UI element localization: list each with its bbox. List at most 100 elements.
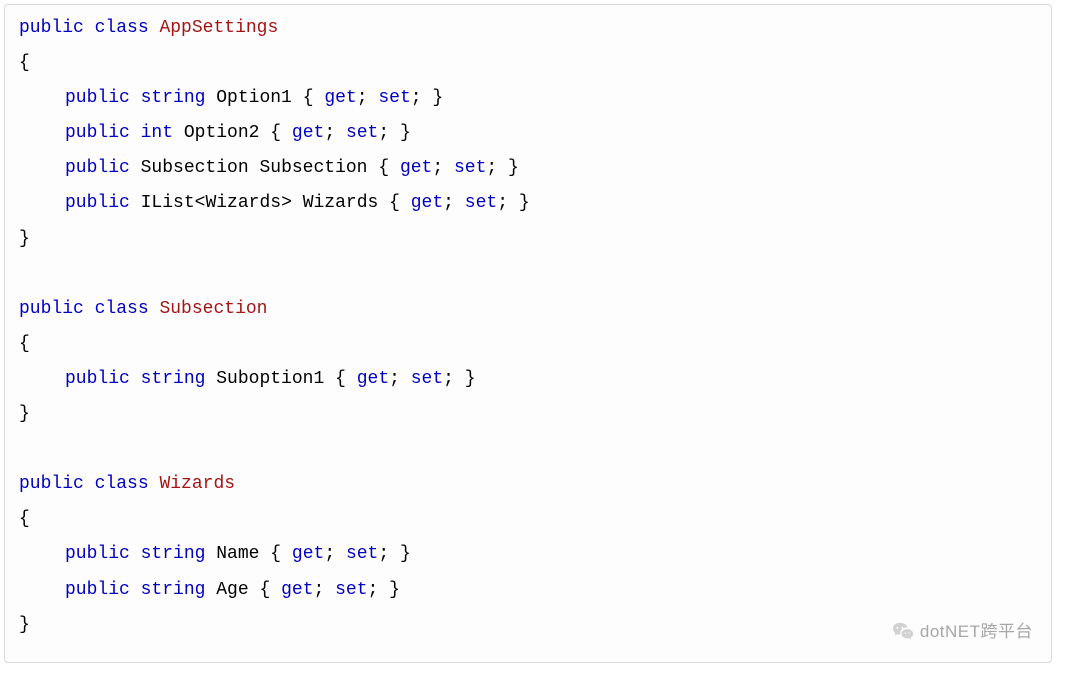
semicolon: ; — [368, 580, 379, 600]
keyword-string: string — [141, 580, 206, 600]
keyword-get: get — [292, 123, 324, 143]
keyword-set: set — [411, 369, 443, 389]
keyword-public: public — [65, 544, 130, 564]
keyword-get: get — [357, 369, 389, 389]
brace-close: } — [19, 404, 30, 424]
type-name: IList< — [141, 193, 206, 213]
keyword-string: string — [141, 88, 206, 108]
semicolon: ; — [324, 123, 335, 143]
brace-open: { — [389, 193, 400, 213]
code-line: public IList<Wizards> Wizards { get; set… — [19, 186, 1037, 221]
brace-open: { — [19, 53, 30, 73]
code-line: public string Name { get; set; } — [19, 537, 1037, 572]
keyword-public: public — [19, 474, 84, 494]
semicolon: ; — [443, 193, 454, 213]
property-name: Age — [216, 580, 248, 600]
semicolon: ; — [378, 544, 389, 564]
code-line: public string Age { get; set; } — [19, 573, 1037, 608]
code-block: public class AppSettings { public string… — [4, 4, 1052, 663]
brace-close: } — [19, 615, 30, 635]
code-line: public class Subsection — [19, 292, 1037, 327]
semicolon: ; — [389, 369, 400, 389]
brace-close: } — [400, 123, 411, 143]
keyword-set: set — [346, 544, 378, 564]
code-line: } — [19, 608, 1037, 643]
brace-open: { — [270, 544, 281, 564]
keyword-set: set — [346, 123, 378, 143]
keyword-public: public — [65, 123, 130, 143]
watermark: dotNET跨平台 — [892, 615, 1033, 648]
keyword-set: set — [378, 88, 410, 108]
blank-line — [19, 257, 1037, 292]
brace-close: } — [389, 580, 400, 600]
keyword-get: get — [281, 580, 313, 600]
class-name: Wizards — [159, 474, 235, 494]
brace-open: { — [378, 158, 389, 178]
keyword-set: set — [335, 580, 367, 600]
property-name: Name — [216, 544, 259, 564]
code-line: public class AppSettings — [19, 11, 1037, 46]
brace-open: { — [335, 369, 346, 389]
watermark-text: dotNET跨平台 — [920, 615, 1033, 648]
code-line: } — [19, 222, 1037, 257]
brace-close: } — [432, 88, 443, 108]
keyword-public: public — [65, 193, 130, 213]
semicolon: ; — [378, 123, 389, 143]
semicolon: ; — [432, 158, 443, 178]
keyword-string: string — [141, 369, 206, 389]
blank-line — [19, 432, 1037, 467]
keyword-public: public — [65, 369, 130, 389]
property-name: Subsection — [259, 158, 367, 178]
keyword-get: get — [324, 88, 356, 108]
wechat-icon — [892, 620, 914, 642]
semicolon: ; — [497, 193, 508, 213]
semicolon: ; — [357, 88, 368, 108]
semicolon: ; — [314, 580, 325, 600]
semicolon: ; — [411, 88, 422, 108]
keyword-class: class — [95, 299, 149, 319]
property-name: Suboption1 — [216, 369, 324, 389]
keyword-class: class — [95, 474, 149, 494]
keyword-public: public — [65, 580, 130, 600]
keyword-string: string — [141, 544, 206, 564]
type-name: Wizards — [205, 193, 281, 213]
code-line: { — [19, 502, 1037, 537]
code-line: { — [19, 46, 1037, 81]
code-line: public class Wizards — [19, 467, 1037, 502]
code-line: } — [19, 397, 1037, 432]
keyword-set: set — [454, 158, 486, 178]
keyword-int: int — [141, 123, 173, 143]
brace-close: } — [519, 193, 530, 213]
code-line: public string Suboption1 { get; set; } — [19, 362, 1037, 397]
brace-close: } — [508, 158, 519, 178]
brace-close: } — [400, 544, 411, 564]
brace-open: { — [19, 509, 30, 529]
code-line: public Subsection Subsection { get; set;… — [19, 151, 1037, 186]
semicolon: ; — [443, 369, 454, 389]
keyword-public: public — [65, 88, 130, 108]
type-name: > — [281, 193, 292, 213]
semicolon: ; — [324, 544, 335, 564]
keyword-set: set — [465, 193, 497, 213]
semicolon: ; — [486, 158, 497, 178]
brace-open: { — [270, 123, 281, 143]
type-name: Subsection — [141, 158, 249, 178]
class-name: AppSettings — [159, 18, 278, 38]
code-line: { — [19, 327, 1037, 362]
keyword-public: public — [19, 18, 84, 38]
keyword-get: get — [292, 544, 324, 564]
keyword-public: public — [65, 158, 130, 178]
class-name: Subsection — [159, 299, 267, 319]
code-line: public int Option2 { get; set; } — [19, 116, 1037, 151]
brace-open: { — [19, 334, 30, 354]
property-name: Option1 — [216, 88, 292, 108]
keyword-get: get — [400, 158, 432, 178]
keyword-public: public — [19, 299, 84, 319]
code-line: public string Option1 { get; set; } — [19, 81, 1037, 116]
brace-open: { — [303, 88, 314, 108]
brace-close: } — [465, 369, 476, 389]
keyword-class: class — [95, 18, 149, 38]
keyword-get: get — [411, 193, 443, 213]
brace-close: } — [19, 229, 30, 249]
brace-open: { — [259, 580, 270, 600]
